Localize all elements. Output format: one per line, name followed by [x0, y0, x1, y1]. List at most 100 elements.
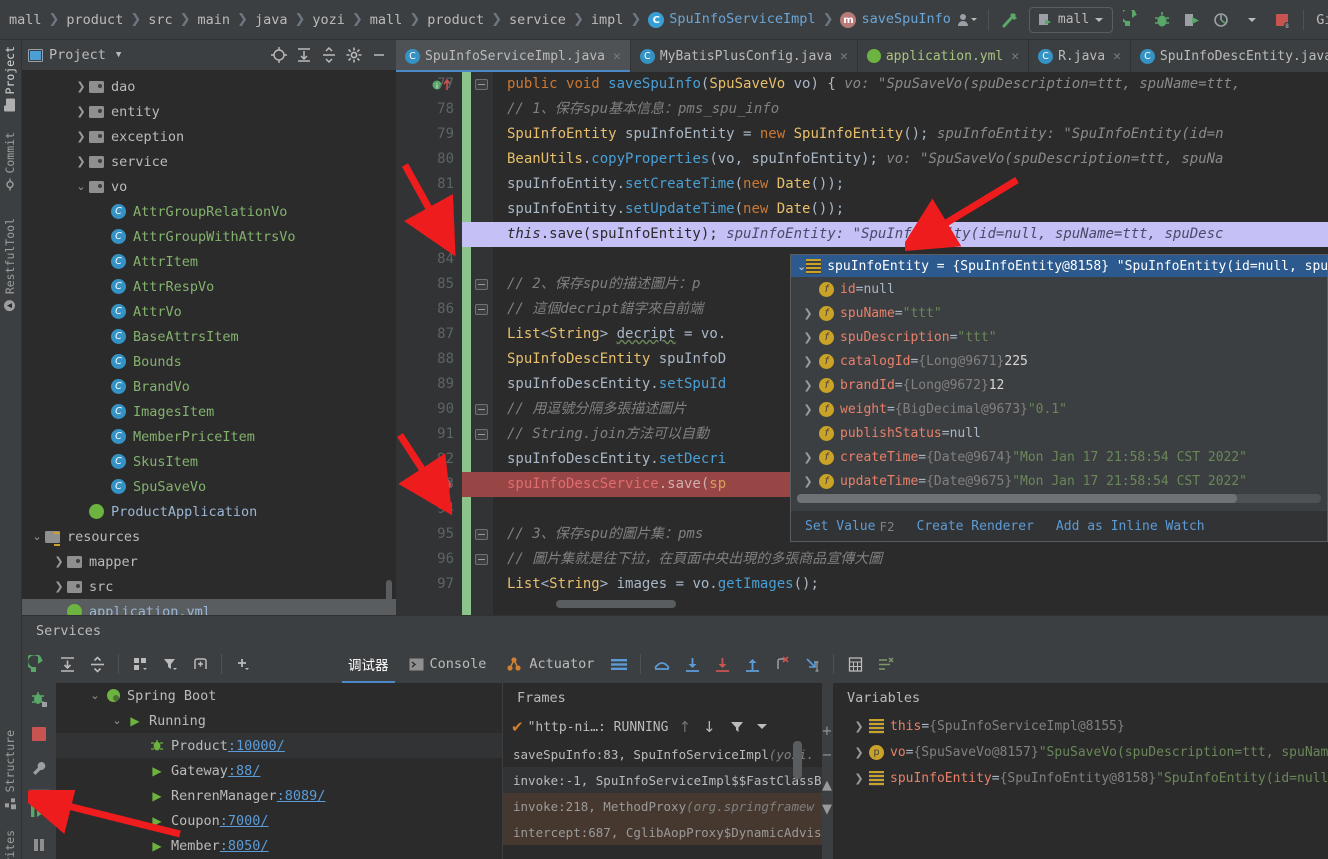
- chevron-right-icon[interactable]: ❯: [52, 555, 66, 568]
- fold-marker[interactable]: [475, 554, 488, 565]
- tree-node-attrrespvo[interactable]: C AttrRespVo: [22, 274, 396, 299]
- popup-field-createTime[interactable]: ❯ f createTime = {Date@9674} "Mon Jan 17 2…: [791, 445, 1327, 469]
- chevron-right-icon[interactable]: ❯: [74, 105, 88, 118]
- hide-panel-icon[interactable]: [368, 44, 390, 66]
- frame-row[interactable]: saveSpuInfo:83, SpuInfoServiceImpl (yozi…: [503, 741, 832, 767]
- service-port-link[interactable]: :7000/: [220, 813, 269, 829]
- tree-node-entity[interactable]: ❯ entity: [22, 99, 396, 124]
- step-over-icon[interactable]: [647, 649, 677, 679]
- popup-field-catalogId[interactable]: ❯ f catalogId = {Long@9671} 225: [791, 349, 1327, 373]
- close-icon[interactable]: ✕: [1113, 49, 1121, 64]
- fold-marker[interactable]: [475, 404, 488, 415]
- breadcrumb-item-service[interactable]: service: [508, 12, 567, 28]
- tree-node-imagesitem[interactable]: C ImagesItem: [22, 399, 396, 424]
- service-port-link[interactable]: :88/: [228, 763, 261, 779]
- stop-icon[interactable]: [22, 717, 56, 751]
- tree-node-brandvo[interactable]: C BrandVo: [22, 374, 396, 399]
- tree-node-application-yml[interactable]: application.yml: [22, 599, 396, 615]
- service-node-coupon[interactable]: ▶ Coupon :7000/: [56, 808, 502, 833]
- drop-frame-icon[interactable]: [767, 649, 797, 679]
- add-frame-icon[interactable]: [185, 649, 215, 679]
- service-node-renrenmanager[interactable]: ▶ RenrenManager :8089/: [56, 783, 502, 808]
- chevron-down-icon[interactable]: ⌄: [86, 689, 104, 702]
- profiler-icon[interactable]: [1209, 7, 1235, 33]
- chevron-right-icon[interactable]: ❯: [74, 155, 88, 168]
- tree-node-dao[interactable]: ❯ dao: [22, 74, 396, 99]
- project-tree[interactable]: ❯ dao ❯ entity ❯ exception ❯ service ⌄ vo C AttrGro…: [22, 70, 396, 615]
- up-icon[interactable]: ▲: [822, 773, 832, 797]
- step-into-icon[interactable]: [677, 649, 707, 679]
- evaluate-icon[interactable]: [840, 649, 870, 679]
- group-icon[interactable]: [125, 649, 155, 679]
- tree-node-productapplication[interactable]: ProductApplication: [22, 499, 396, 524]
- editor-tab-application-yml[interactable]: application.yml ✕: [858, 40, 1030, 72]
- breadcrumb-item-spuinfoserviceimpl[interactable]: C SpuInfoServiceImpl: [647, 11, 816, 29]
- close-icon[interactable]: ✕: [1011, 49, 1019, 64]
- tree-node-exception[interactable]: ❯ exception: [22, 124, 396, 149]
- chevron-right-icon[interactable]: ❯: [849, 746, 869, 759]
- fold-marker[interactable]: [475, 279, 488, 290]
- chevron-down-icon[interactable]: ⌄: [797, 260, 806, 273]
- step-out-icon[interactable]: [737, 649, 767, 679]
- chevron-right-icon[interactable]: ❯: [797, 451, 819, 464]
- sidebar-item-structure[interactable]: Structure: [0, 730, 21, 810]
- filter-icon[interactable]: [730, 720, 744, 734]
- service-node-product[interactable]: Product :10000/: [56, 733, 502, 758]
- tree-node-attritem[interactable]: C AttrItem: [22, 249, 396, 274]
- rerun-icon[interactable]: [22, 649, 52, 679]
- tree-node-resources[interactable]: ⌄ resources: [22, 524, 396, 549]
- chevron-right-icon[interactable]: ❯: [797, 307, 819, 320]
- chevron-down-icon[interactable]: ⌄: [74, 180, 88, 193]
- popup-field-id[interactable]: f id = null: [791, 277, 1327, 301]
- service-port-link[interactable]: :8089/: [277, 788, 326, 804]
- debug-icon[interactable]: [22, 683, 56, 717]
- popup-field-updateTime[interactable]: ❯ f updateTime = {Date@9675} "Mon Jan 17 2…: [791, 469, 1327, 493]
- stop-icon[interactable]: 8: [1269, 7, 1295, 33]
- fold-marker[interactable]: [475, 529, 488, 540]
- editor-horizontal-scrollbar[interactable]: [556, 600, 676, 608]
- settings-wrench-icon[interactable]: [22, 751, 56, 785]
- chevron-right-icon[interactable]: ❯: [797, 403, 819, 416]
- services-tree[interactable]: ⌄ Spring Boot ⌄ ▶ Running Product :10000/▶ Gat…: [56, 683, 502, 859]
- fold-marker[interactable]: [475, 79, 488, 90]
- breadcrumb-item-main[interactable]: main: [197, 12, 232, 28]
- popup-field-brandId[interactable]: ❯ f brandId = {Long@9672} 12: [791, 373, 1327, 397]
- chevron-right-icon[interactable]: ❯: [797, 379, 819, 392]
- run-configuration-selector[interactable]: mall: [1028, 6, 1114, 33]
- tree-node-service[interactable]: ❯ service: [22, 149, 396, 174]
- frame-row[interactable]: intercept:687, CglibAopProxy$DynamicAdvi…: [503, 819, 832, 845]
- chevron-down-icon[interactable]: ▼: [116, 50, 121, 60]
- user-group-icon[interactable]: [954, 7, 980, 33]
- debug-value-popup[interactable]: ⌄ spuInfoEntity = {SpuInfoEntity@8158} "…: [790, 254, 1328, 542]
- tab-actuator[interactable]: Actuator: [496, 645, 604, 683]
- sidebar-item-favorites[interactable]: Favorites: [0, 830, 21, 859]
- sidebar-item-restfultool[interactable]: RestfulTool: [0, 218, 21, 312]
- breadcrumb-item-impl[interactable]: impl: [590, 12, 625, 28]
- editor-tab-spuinfoserviceimpl-java[interactable]: C SpuInfoServiceImpl.java ✕: [396, 40, 631, 72]
- tree-node-spusavevo[interactable]: C SpuSaveVo: [22, 474, 396, 499]
- chevron-right-icon[interactable]: ❯: [849, 772, 869, 785]
- debug-icon[interactable]: [1149, 7, 1175, 33]
- popup-field-publishStatus[interactable]: f publishStatus = null: [791, 421, 1327, 445]
- popup-field-weight[interactable]: ❯ f weight = {BigDecimal@9673} "0.1": [791, 397, 1327, 421]
- filter-icon[interactable]: [155, 649, 185, 679]
- editor-tab-r-java[interactable]: C R.java ✕: [1029, 40, 1131, 72]
- variable-row-spuInfoEntity[interactable]: ❯ spuInfoEntity = {SpuInfoEntity@8158} "S…: [833, 765, 1328, 791]
- close-icon[interactable]: ✕: [613, 49, 621, 64]
- frame-row[interactable]: invoke:218, MethodProxy (org.springframe…: [503, 793, 832, 819]
- service-port-link[interactable]: :10000/: [228, 738, 285, 754]
- chevron-down-icon[interactable]: [756, 722, 768, 732]
- tree-node-attrgroupwithattrsvo[interactable]: C AttrGroupWithAttrsVo: [22, 224, 396, 249]
- tree-node-memberpriceitem[interactable]: C MemberPriceItem: [22, 424, 396, 449]
- frame-row[interactable]: invoke:-1, SpuInfoServiceImpl$$FastClass…: [503, 767, 832, 793]
- chevron-right-icon[interactable]: ❯: [52, 580, 66, 593]
- chevron-right-icon[interactable]: ❯: [74, 80, 88, 93]
- service-node-gateway[interactable]: ▶ Gateway :88/: [56, 758, 502, 783]
- breadcrumb-item-product[interactable]: product: [426, 12, 485, 28]
- variable-row-vo[interactable]: ❯ p vo = {SpuSaveVo@8157} "SpuSaveVo(spuDe…: [833, 739, 1328, 765]
- chevron-right-icon[interactable]: ❯: [797, 355, 819, 368]
- run-coverage-icon[interactable]: [1179, 7, 1205, 33]
- chevron-down-icon[interactable]: [1239, 7, 1265, 33]
- popup-field-spuName[interactable]: ❯ f spuName = "ttt": [791, 301, 1327, 325]
- pause-icon[interactable]: [22, 828, 56, 859]
